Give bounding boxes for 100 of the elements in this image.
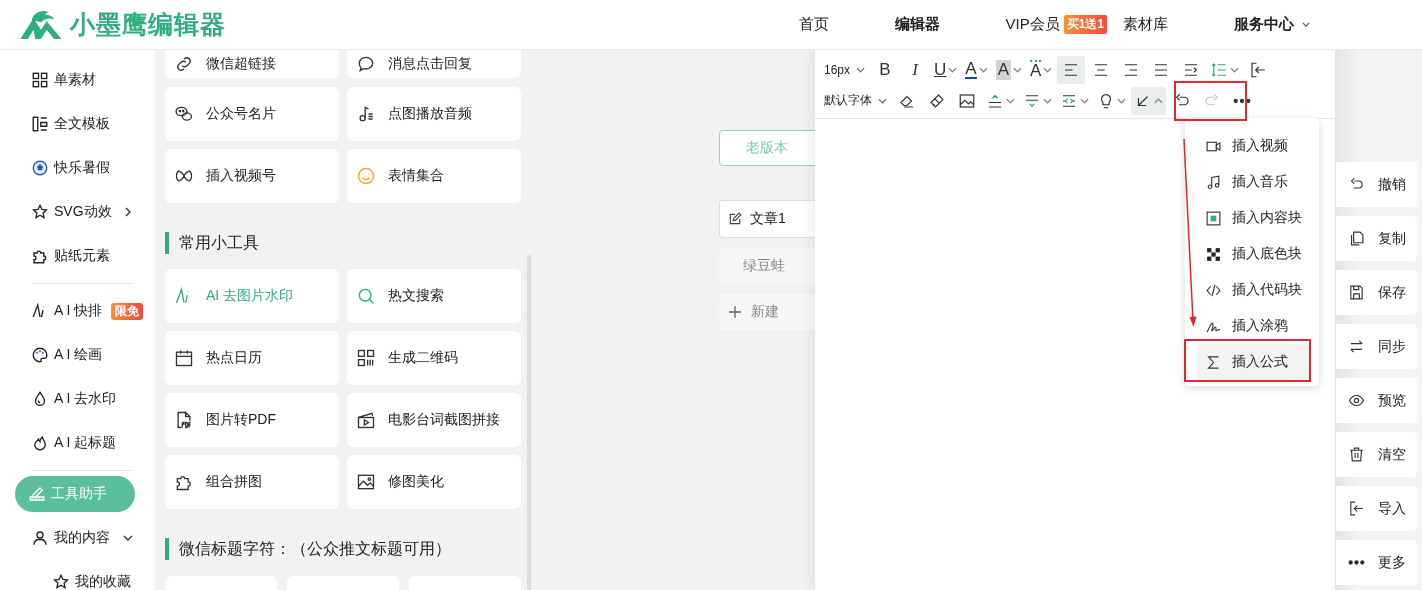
sidebar-item[interactable]: 我的内容 bbox=[0, 516, 155, 560]
copy-icon bbox=[1348, 230, 1365, 247]
nav-link[interactable]: 素材库 bbox=[1123, 15, 1168, 34]
tool-card[interactable]: 图片转PDF bbox=[165, 393, 339, 447]
sidebar-item[interactable]: SVG动效 bbox=[0, 190, 155, 234]
action-button[interactable]: 复制 bbox=[1336, 216, 1417, 261]
tool-card[interactable]: 生成二维码 bbox=[347, 331, 521, 385]
section-heading: 微信标题字符：（公众推文标题可用） bbox=[165, 538, 521, 560]
font-size-select[interactable]: 16px bbox=[822, 56, 870, 83]
music-note-icon bbox=[1205, 173, 1222, 191]
puzzle-icon bbox=[31, 247, 49, 265]
action-button[interactable]: 预览 bbox=[1336, 378, 1417, 423]
action-button[interactable]: 撤销 bbox=[1336, 162, 1417, 207]
chevron-icon bbox=[123, 535, 133, 541]
import-icon bbox=[1348, 500, 1365, 517]
sidebar-item[interactable]: 快乐暑假 bbox=[0, 146, 155, 190]
action-button[interactable]: 清空 bbox=[1336, 432, 1417, 477]
background-color-button[interactable]: A bbox=[992, 55, 1025, 84]
star-icon bbox=[31, 203, 49, 221]
qr-code-icon bbox=[356, 348, 376, 368]
article-tab[interactable]: 新建 bbox=[719, 294, 815, 330]
user-icon bbox=[31, 529, 49, 547]
editor-canvas[interactable]: 16px B I U A A A 默认字体 插入视频 插入音乐 插入内容块 插入底色块 插入代码块 插入涂鸦 插入公式 bbox=[815, 50, 1335, 590]
save-icon bbox=[1348, 284, 1365, 301]
align-left-button[interactable] bbox=[1057, 55, 1086, 84]
more-icon bbox=[1348, 560, 1365, 565]
letter-spacing-button[interactable]: A bbox=[1027, 55, 1056, 84]
eye-icon bbox=[1348, 392, 1365, 409]
tool-card[interactable]: 热文搜索 bbox=[347, 269, 521, 323]
sidebar-item[interactable]: A I 去水印 bbox=[0, 377, 155, 421]
sidebar-item[interactable]: 贴纸元素 bbox=[0, 234, 155, 278]
nav-link[interactable]: 服务中心 bbox=[1234, 15, 1310, 34]
arrow-down-left-button[interactable] bbox=[1131, 86, 1166, 115]
tool-card[interactable]: 组合拼图 bbox=[165, 455, 339, 509]
bird-logo-icon bbox=[18, 8, 64, 41]
menu-item[interactable]: 插入代码块 bbox=[1197, 272, 1311, 308]
chat-bubbles-icon bbox=[174, 104, 194, 124]
action-button[interactable]: 更多 bbox=[1336, 540, 1417, 585]
article-tab[interactable]: 文章1 bbox=[719, 200, 815, 238]
italic-button[interactable]: I bbox=[901, 55, 930, 84]
sidebar-item[interactable]: 单素材 bbox=[0, 58, 155, 102]
menu-item[interactable]: 插入视频 bbox=[1197, 128, 1311, 164]
action-button[interactable]: 导入 bbox=[1336, 486, 1417, 531]
action-button[interactable]: 保存 bbox=[1336, 270, 1417, 315]
tool-card[interactable]: 点图播放音频 bbox=[347, 87, 521, 141]
caret-icon bbox=[856, 66, 866, 73]
bold-button[interactable]: B bbox=[871, 55, 900, 84]
tool-card[interactable]: 修图美化 bbox=[347, 455, 521, 509]
star-icon bbox=[52, 573, 70, 590]
chevron-icon bbox=[124, 207, 131, 217]
font-color-button[interactable]: A bbox=[962, 55, 991, 84]
image-icon bbox=[356, 472, 376, 492]
caret-icon bbox=[878, 97, 887, 104]
tool-card[interactable]: 微信超链接 bbox=[165, 50, 339, 78]
promo-badge: 买1送1 bbox=[1063, 15, 1107, 34]
section-heading: 常用小工具 bbox=[165, 232, 521, 254]
pen-ruler-icon bbox=[28, 485, 46, 503]
checker-icon bbox=[1205, 245, 1222, 263]
tool-card[interactable]: 电影台词截图拼接 bbox=[347, 393, 521, 447]
nav-link[interactable]: 首页 bbox=[799, 15, 830, 34]
article-tab[interactable]: 绿豆蛙 bbox=[719, 248, 815, 284]
trash-icon bbox=[1348, 446, 1365, 463]
flame-icon bbox=[31, 434, 49, 452]
nav-link[interactable]: VIP会员 买1送1 bbox=[1005, 15, 1107, 34]
sidebar-item[interactable]: A I 起标题 bbox=[0, 421, 155, 465]
menu-item[interactable]: 插入公式 bbox=[1197, 344, 1311, 380]
menu-item[interactable]: 插入涂鸦 bbox=[1197, 308, 1311, 344]
free-badge: 限免 bbox=[111, 302, 144, 320]
grid-icon bbox=[31, 71, 49, 89]
smiley-icon bbox=[356, 166, 376, 186]
framed-square-icon bbox=[1205, 209, 1222, 227]
nav-link[interactable]: 编辑器 bbox=[895, 15, 941, 34]
tool-card[interactable]: 表情集合 bbox=[347, 149, 521, 203]
clapperboard-icon bbox=[356, 410, 376, 430]
font-family-select[interactable]: 默认字体 bbox=[822, 87, 891, 114]
palette-icon bbox=[31, 346, 49, 364]
caret-icon bbox=[1302, 22, 1310, 27]
menu-item[interactable]: 插入音乐 bbox=[1197, 164, 1311, 200]
layout-icon bbox=[31, 115, 49, 133]
menu-item[interactable]: 插入底色块 bbox=[1197, 236, 1311, 272]
sidebar-item[interactable]: A I 快排 限免 bbox=[0, 289, 155, 333]
action-button[interactable]: 同步 bbox=[1336, 324, 1417, 369]
edit-icon bbox=[728, 212, 742, 226]
tool-card[interactable]: 公众号名片 bbox=[165, 87, 339, 141]
logo-text: 小墨鹰编辑器 bbox=[70, 9, 226, 40]
underline-button[interactable]: U bbox=[931, 55, 961, 84]
sidebar-item[interactable]: A I 绘画 bbox=[0, 333, 155, 377]
plus-icon bbox=[727, 304, 743, 320]
link-icon bbox=[174, 54, 194, 74]
menu-item[interactable]: 插入内容块 bbox=[1197, 200, 1311, 236]
tool-card[interactable]: 消息点击回复 bbox=[347, 50, 521, 78]
swap-arrows-icon bbox=[1348, 338, 1365, 355]
sidebar-item[interactable]: 我的收藏 bbox=[0, 560, 155, 590]
calendar-icon bbox=[174, 348, 194, 368]
ball-icon bbox=[31, 159, 49, 177]
tool-card[interactable]: 热点日历 bbox=[165, 331, 339, 385]
search-icon bbox=[356, 286, 376, 306]
sidebar-item[interactable]: 全文模板 bbox=[0, 102, 155, 146]
tool-card[interactable]: 插入视频号 bbox=[165, 149, 339, 203]
chat-bubble-icon bbox=[356, 54, 376, 74]
